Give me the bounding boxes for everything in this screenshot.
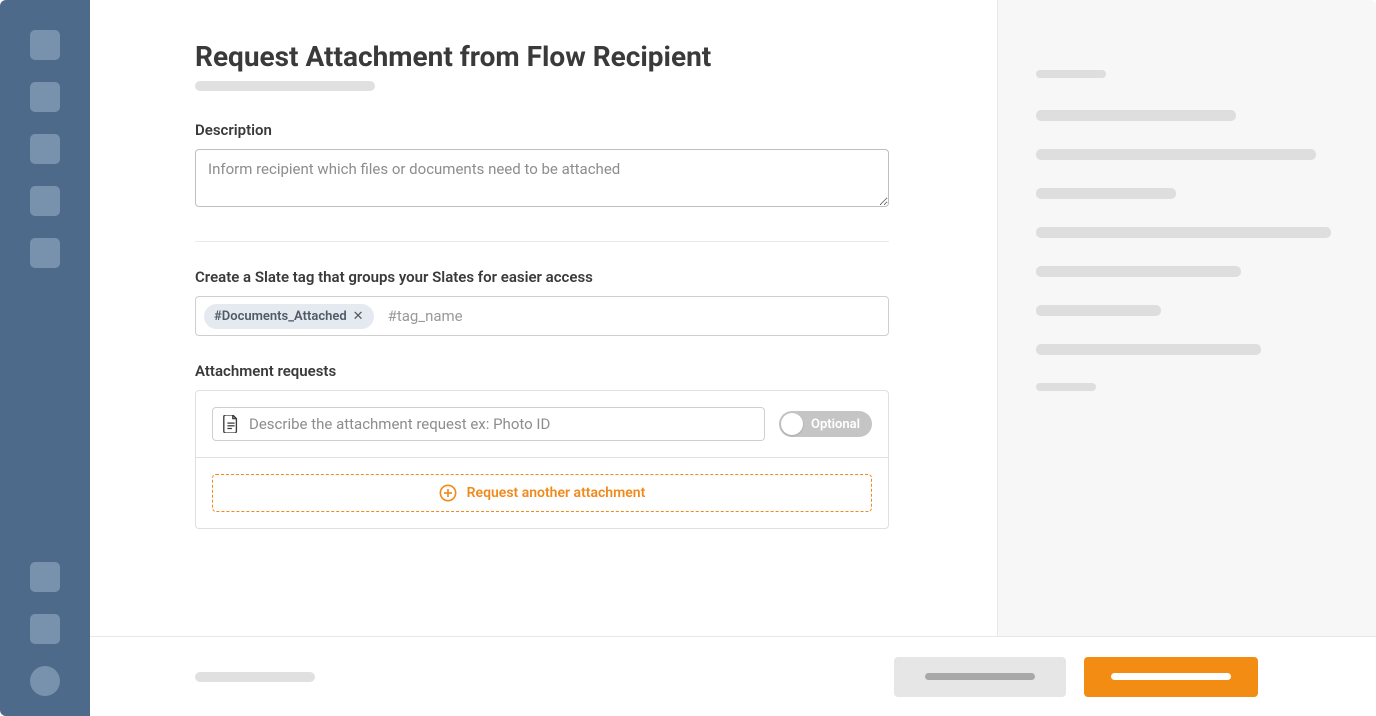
sidebar-item-1[interactable] <box>30 30 60 60</box>
skeleton-line <box>1036 110 1236 121</box>
footer-primary-button[interactable] <box>1084 657 1258 697</box>
sidebar-top-group <box>30 30 60 562</box>
document-icon <box>223 415 239 433</box>
tag-remove-icon[interactable]: ✕ <box>353 309 364 324</box>
skeleton-line <box>1036 266 1241 277</box>
slate-tag-input[interactable] <box>384 303 880 329</box>
toggle-knob <box>781 413 803 435</box>
subtitle-placeholder <box>195 81 375 91</box>
tag-chip-label: #Documents_Attached <box>214 309 347 324</box>
add-attachment-row: Request another attachment <box>196 458 888 528</box>
attachment-description-input[interactable] <box>249 415 754 433</box>
attachments-panel: Optional Request another attachment <box>195 390 889 529</box>
form-pane: Request Attachment from Flow Recipient D… <box>90 0 998 636</box>
attachment-row: Optional <box>196 391 888 458</box>
tag-chip: #Documents_Attached ✕ <box>204 304 374 329</box>
footer-left-placeholder <box>195 672 315 682</box>
slate-tag-field[interactable]: #Documents_Attached ✕ <box>195 296 889 336</box>
preview-pane <box>998 0 1376 636</box>
sidebar-item-4[interactable] <box>30 186 60 216</box>
description-label: Description <box>195 121 889 139</box>
attachment-requests-label: Attachment requests <box>195 362 889 380</box>
skeleton-line <box>1036 227 1331 238</box>
avatar[interactable] <box>30 666 60 696</box>
sidebar-item-6[interactable] <box>30 562 60 592</box>
skeleton-line <box>1036 344 1261 355</box>
page-title: Request Attachment from Flow Recipient <box>195 40 889 73</box>
footer-secondary-button[interactable] <box>894 657 1066 697</box>
sidebar-item-2[interactable] <box>30 82 60 112</box>
app-root: Request Attachment from Flow Recipient D… <box>0 0 1376 716</box>
slate-tag-label: Create a Slate tag that groups your Slat… <box>195 268 889 286</box>
content-wrap: Request Attachment from Flow Recipient D… <box>90 0 1376 636</box>
skeleton-line <box>1036 70 1106 78</box>
add-button-label: Request another attachment <box>467 485 646 501</box>
toggle-label: Optional <box>811 417 860 432</box>
divider <box>195 241 889 242</box>
footer <box>90 636 1376 716</box>
attachment-input-wrap <box>212 407 765 441</box>
skeleton-line <box>1036 305 1161 316</box>
request-another-attachment-button[interactable]: Request another attachment <box>212 474 872 512</box>
sidebar-item-3[interactable] <box>30 134 60 164</box>
button-label-placeholder <box>925 673 1035 680</box>
skeleton-line <box>1036 188 1176 199</box>
plus-circle-icon <box>439 484 457 502</box>
sidebar-item-7[interactable] <box>30 614 60 644</box>
sidebar <box>0 0 90 716</box>
optional-toggle[interactable]: Optional <box>779 411 872 437</box>
form-inner: Request Attachment from Flow Recipient D… <box>195 40 889 529</box>
sidebar-item-5[interactable] <box>30 238 60 268</box>
main-area: Request Attachment from Flow Recipient D… <box>90 0 1376 716</box>
skeleton-line <box>1036 383 1096 391</box>
button-label-placeholder <box>1111 673 1231 680</box>
sidebar-bottom-group <box>30 562 60 696</box>
description-input[interactable] <box>195 149 889 207</box>
skeleton-line <box>1036 149 1316 160</box>
